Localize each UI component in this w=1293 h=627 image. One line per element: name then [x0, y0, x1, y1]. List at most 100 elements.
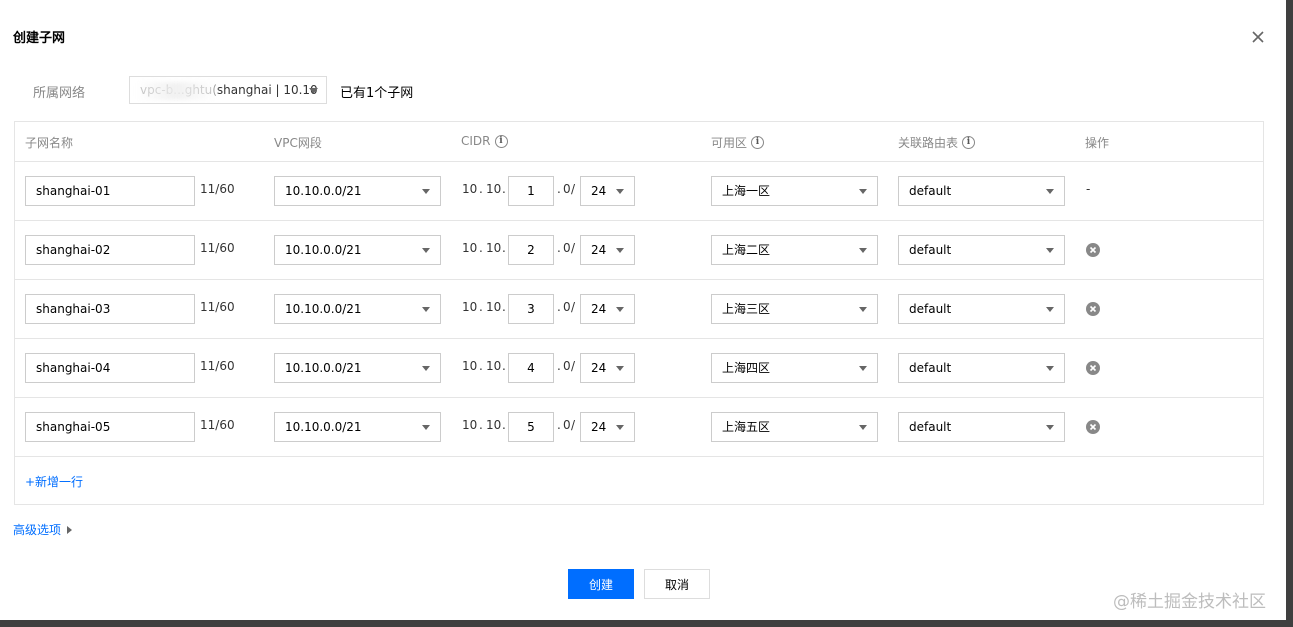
chevron-down-icon — [616, 189, 624, 194]
zone-select[interactable]: 上海四区 — [711, 353, 878, 383]
header-zone: 可用区 i — [711, 134, 765, 151]
row-divider — [14, 220, 1264, 221]
cidr-mask-value: 24 — [591, 302, 607, 316]
vpc-segment-select[interactable]: 10.10.0.0/21 — [274, 412, 441, 442]
route-table-select[interactable]: default — [898, 235, 1065, 265]
cidr-slash: / — [571, 418, 576, 432]
route-table-select[interactable]: default — [898, 412, 1065, 442]
info-icon[interactable]: i — [962, 136, 976, 149]
cidr-mask-select[interactable]: 24 — [580, 294, 635, 324]
vpc-select[interactable]: vpc-b...ghtu(shanghai | 10.10 — [129, 76, 327, 104]
zone-select[interactable]: 上海一区 — [711, 176, 878, 206]
route-table-value: default — [909, 243, 952, 257]
cidr-octet-4: 0 — [563, 300, 571, 314]
advanced-options-toggle[interactable]: 高级选项 — [13, 521, 73, 538]
row-divider — [14, 338, 1264, 339]
cidr-octet-3-input[interactable]: 5 — [508, 412, 554, 442]
row-divider — [14, 161, 1264, 162]
background-edge — [1286, 0, 1293, 627]
info-icon[interactable]: i — [751, 136, 765, 149]
cidr-dot: . — [557, 182, 561, 196]
vpc-segment-select[interactable]: 10.10.0.0/21 — [274, 294, 441, 324]
cidr-octet-1: 10 — [462, 418, 478, 432]
row-divider — [14, 279, 1264, 280]
cidr-mask-value: 24 — [591, 184, 607, 198]
subnet-name-input[interactable]: shanghai-05 — [25, 412, 195, 442]
delete-row-icon[interactable] — [1086, 420, 1100, 434]
name-length-counter: 11/60 — [200, 182, 235, 196]
cidr-octet-3-input[interactable]: 4 — [508, 353, 554, 383]
chevron-down-icon — [422, 425, 430, 430]
zone-value: 上海二区 — [722, 243, 771, 257]
zone-select[interactable]: 上海五区 — [711, 412, 878, 442]
zone-select[interactable]: 上海二区 — [711, 235, 878, 265]
chevron-down-icon — [422, 307, 430, 312]
cidr-dot: . — [557, 241, 561, 255]
row-divider — [14, 456, 1264, 457]
vpc-segment-select[interactable]: 10.10.0.0/21 — [274, 176, 441, 206]
create-button[interactable]: 创建 — [568, 569, 634, 599]
subnet-name-input[interactable]: shanghai-04 — [25, 353, 195, 383]
cidr-mask-value: 24 — [591, 420, 607, 434]
cidr-dot: . — [479, 359, 483, 373]
vpc-segment-value: 10.10.0.0/21 — [285, 243, 362, 257]
zone-select[interactable]: 上海三区 — [711, 294, 878, 324]
delete-row-icon[interactable] — [1086, 243, 1100, 257]
row-divider — [14, 397, 1264, 398]
route-table-select[interactable]: default — [898, 176, 1065, 206]
zone-value: 上海三区 — [722, 302, 771, 316]
cidr-dot: . — [502, 182, 506, 196]
dialog-title: 创建子网 — [13, 31, 66, 46]
add-row-link[interactable]: +新增一行 — [25, 473, 83, 490]
cidr-dot: . — [502, 418, 506, 432]
route-table-select[interactable]: default — [898, 294, 1065, 324]
chevron-down-icon — [1046, 366, 1054, 371]
zone-value: 上海四区 — [722, 361, 771, 375]
cidr-slash: / — [571, 300, 576, 314]
vpc-segment-select[interactable]: 10.10.0.0/21 — [274, 353, 441, 383]
name-length-counter: 11/60 — [200, 300, 235, 314]
cidr-octet-2: 10 — [486, 182, 502, 196]
cidr-octet-4: 0 — [563, 359, 571, 373]
name-length-counter: 11/60 — [200, 418, 235, 432]
subnet-name-input[interactable]: shanghai-01 — [25, 176, 195, 206]
cidr-dot: . — [479, 418, 483, 432]
chevron-down-icon — [1046, 248, 1054, 253]
route-table-value: default — [909, 361, 952, 375]
cidr-dot: . — [502, 359, 506, 373]
cidr-mask-select[interactable]: 24 — [580, 235, 635, 265]
header-cidr: CIDR i — [461, 134, 508, 148]
vpc-segment-select[interactable]: 10.10.0.0/21 — [274, 235, 441, 265]
cidr-mask-select[interactable]: 24 — [580, 412, 635, 442]
cidr-slash: / — [571, 241, 576, 255]
caret-right-icon — [67, 525, 73, 534]
cidr-octet-2: 10 — [486, 241, 502, 255]
advanced-options-label: 高级选项 — [13, 523, 62, 537]
route-table-value: default — [909, 420, 952, 434]
info-icon[interactable]: i — [494, 134, 508, 148]
subnet-name-input[interactable]: shanghai-02 — [25, 235, 195, 265]
delete-row-icon[interactable] — [1086, 302, 1100, 316]
cidr-octet-3-input[interactable]: 1 — [508, 176, 554, 206]
chevron-down-icon — [859, 366, 867, 371]
cidr-octet-3-input[interactable]: 2 — [508, 235, 554, 265]
header-name: 子网名称 — [25, 136, 74, 150]
cidr-dot: . — [479, 241, 483, 255]
cidr-mask-value: 24 — [591, 361, 607, 375]
delete-row-icon[interactable] — [1086, 361, 1100, 375]
cidr-mask-select[interactable]: 24 — [580, 353, 635, 383]
cancel-button[interactable]: 取消 — [644, 569, 710, 599]
chevron-down-icon — [859, 248, 867, 253]
cidr-dot: . — [479, 182, 483, 196]
chevron-down-icon — [422, 189, 430, 194]
chevron-down-icon — [1046, 189, 1054, 194]
cidr-slash: / — [571, 359, 576, 373]
cidr-mask-select[interactable]: 24 — [580, 176, 635, 206]
action-placeholder: - — [1086, 182, 1091, 196]
vpc-segment-value: 10.10.0.0/21 — [285, 361, 362, 375]
cidr-octet-3-input[interactable]: 3 — [508, 294, 554, 324]
background-edge — [0, 620, 1293, 627]
subnet-name-input[interactable]: shanghai-03 — [25, 294, 195, 324]
close-icon[interactable] — [1248, 27, 1268, 47]
route-table-select[interactable]: default — [898, 353, 1065, 383]
